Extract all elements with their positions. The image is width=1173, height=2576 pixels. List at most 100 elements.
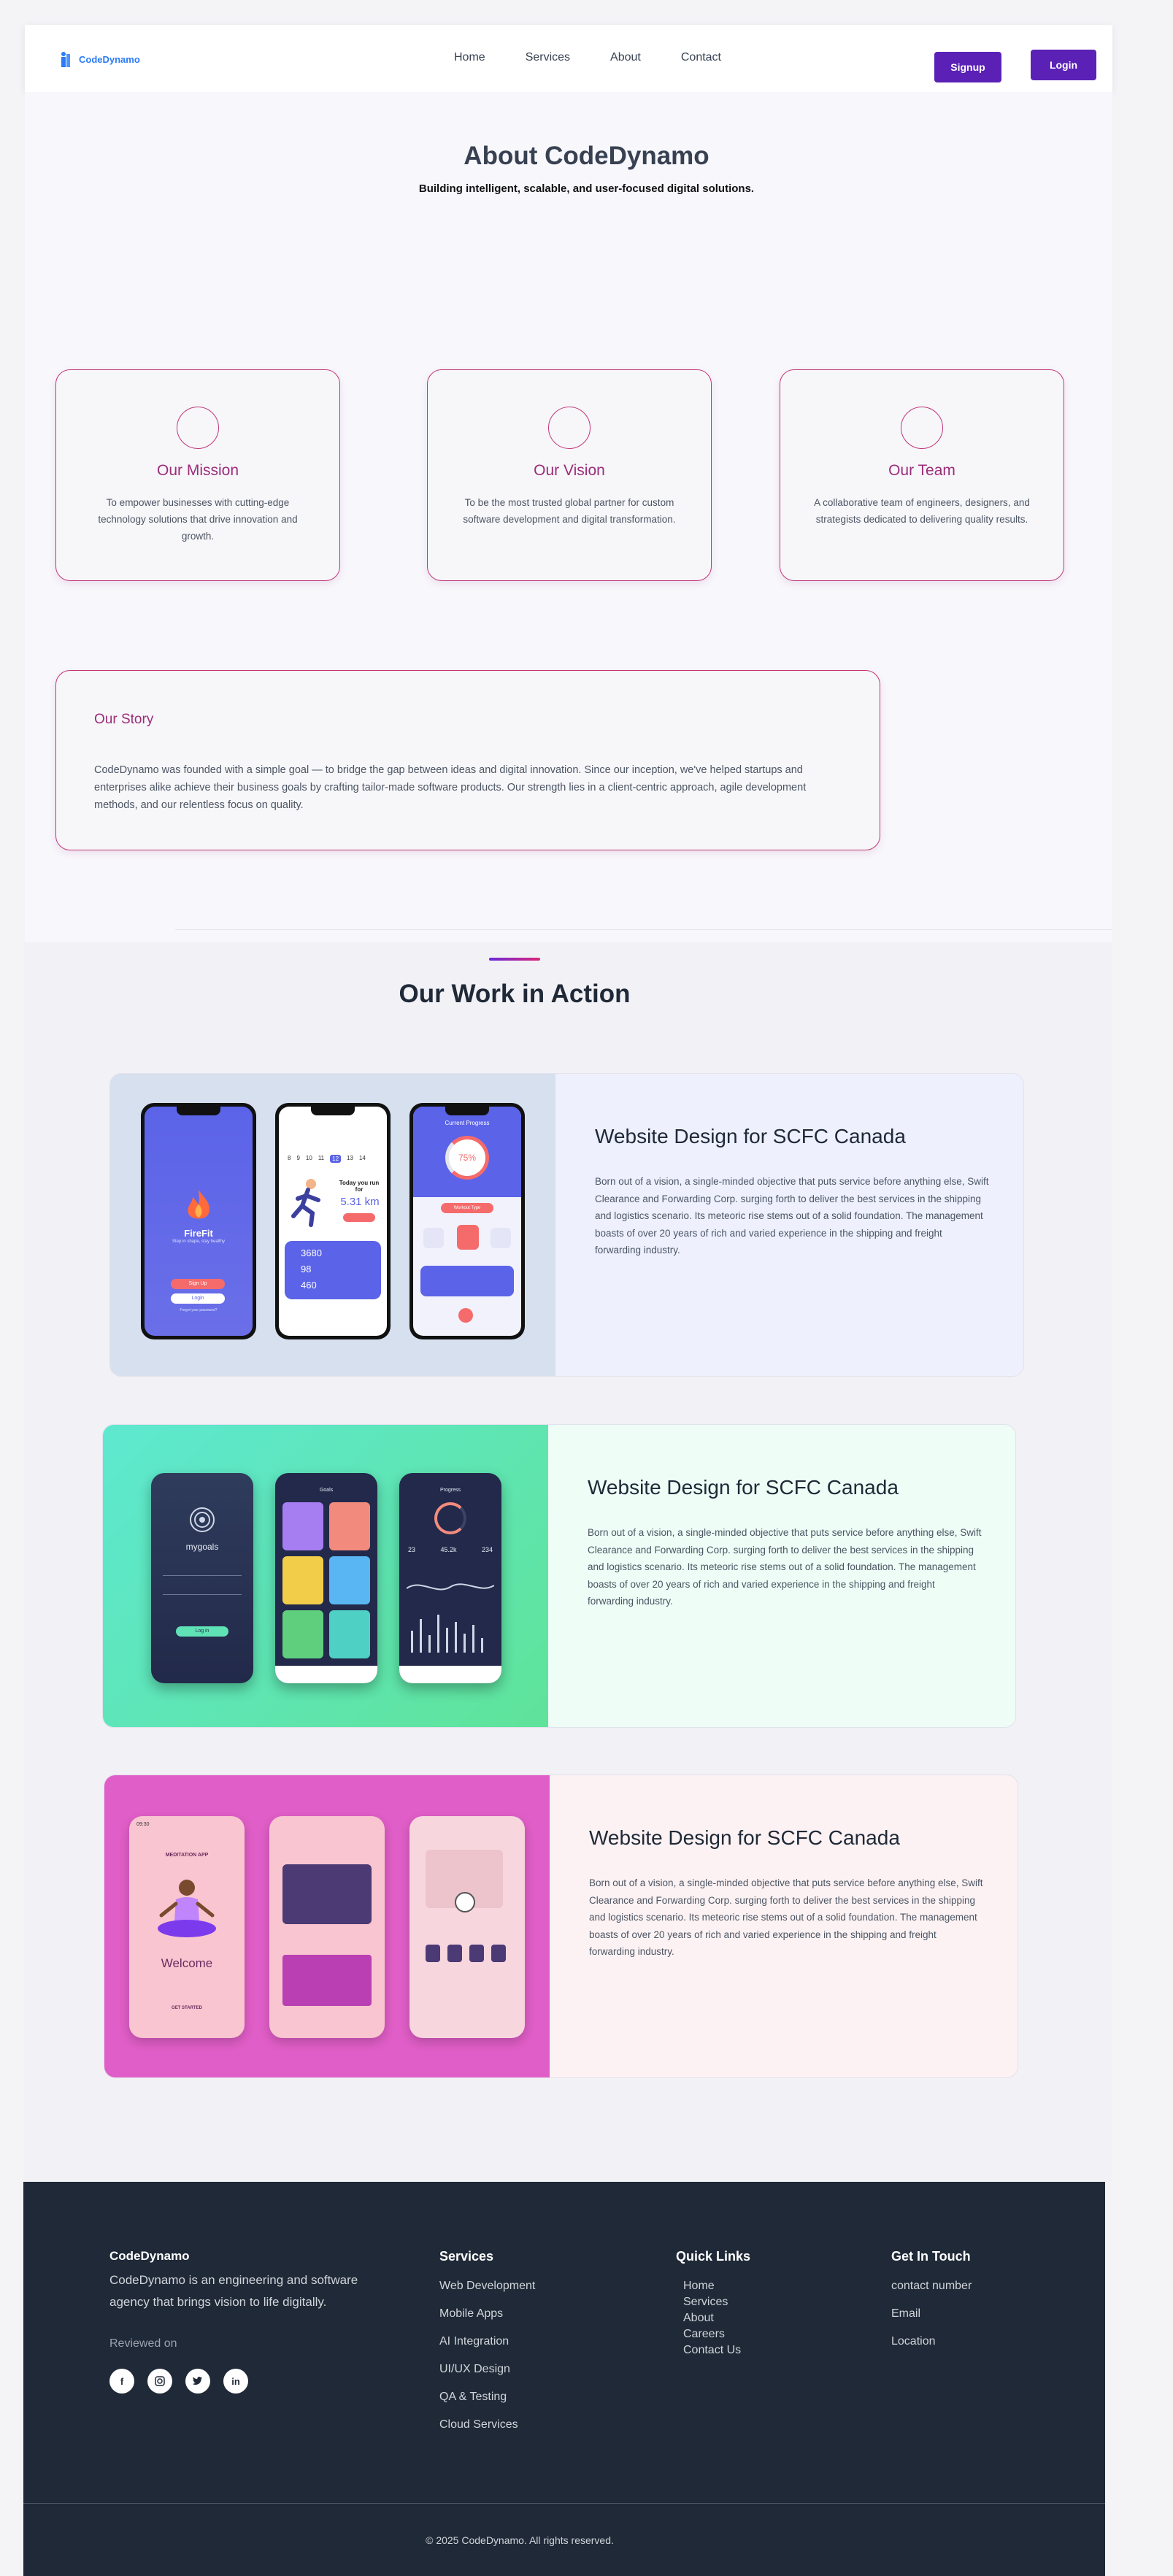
work-title: Our Work in Action [399, 980, 631, 1008]
vision-card: Our Vision To be the most trusted global… [427, 369, 712, 581]
stat-3: 234 [481, 1546, 493, 1553]
footer-social-links: f in [109, 2369, 248, 2394]
goals-title: Goals [319, 1488, 334, 1493]
footer-description: CodeDynamo is an engineering and softwar… [109, 2273, 358, 2309]
firefit-forgot: Forgot your password? [180, 1308, 218, 1312]
cal-value: 460 [301, 1280, 317, 1291]
mission-card: Our Mission To empower businesses with c… [55, 369, 340, 581]
footer-quick-link[interactable]: Contact Us [683, 2342, 741, 2358]
meditation-person-icon [158, 1880, 216, 1937]
team-title: Our Team [888, 462, 955, 479]
project-card-2[interactable]: mygoals Log in Goals Progress 23 45.2k 2… [102, 1424, 1016, 1728]
day-label: 10 [305, 1155, 312, 1161]
nav-link-contact[interactable]: Contact [681, 51, 721, 64]
about-subtitle: Building intelligent, scalable, and user… [418, 182, 755, 195]
footer-service-link[interactable]: AI Integration [439, 2335, 535, 2348]
team-icon [901, 407, 943, 449]
footer-service-link[interactable]: Cloud Services [439, 2418, 535, 2431]
footer-quick-link[interactable]: Careers [683, 2326, 741, 2342]
footer-service-link[interactable]: Mobile Apps [439, 2307, 535, 2321]
mygoals-brand: mygoals [185, 1542, 219, 1552]
project-title-2: Website Design for SCFC Canada [588, 1476, 899, 1499]
day-label-selected: 12 [330, 1155, 342, 1163]
firefit-brand: FireFit [184, 1228, 213, 1239]
phone-time: 09:30 [136, 1822, 150, 1827]
firefit-login: Login [171, 1293, 225, 1304]
mission-title: Our Mission [156, 462, 239, 479]
vision-text: To be the most trusted global partner fo… [463, 497, 676, 525]
day-label: 11 [318, 1155, 325, 1161]
footer-reviewed-on: Reviewed on [109, 2337, 177, 2350]
meditation-phone-player [409, 1816, 525, 2038]
project-card-1[interactable]: FireFit Step in shape, stay healthy Sign… [109, 1073, 1024, 1377]
section-divider [175, 929, 1112, 930]
linkedin-icon[interactable]: in [223, 2369, 248, 2394]
steps-value: 3680 [301, 1247, 322, 1258]
meditation-welcome: Welcome [161, 1956, 213, 1970]
nav-link-services[interactable]: Services [526, 51, 570, 64]
footer-service-link[interactable]: Web Development [439, 2280, 535, 2293]
day-label: 8 [288, 1155, 291, 1161]
story-card: Our Story CodeDynamo was founded with a … [55, 670, 880, 850]
team-card: Our Team A collaborative team of enginee… [780, 369, 1064, 581]
signup-button[interactable]: Signup [934, 52, 1001, 82]
project-image-3: 09:30 MEDITATION APP Welcome GET STARTED [104, 1775, 550, 2077]
progress-title: Current Progress [445, 1120, 490, 1126]
footer-copyright: © 2025 CodeDynamo. All rights reserved. [426, 2534, 614, 2546]
footer-service-link[interactable]: QA & Testing [439, 2391, 535, 2404]
workout-type-button: Workout Type [441, 1203, 493, 1213]
bar-chart-icon [411, 1615, 483, 1653]
footer-services-list: Web Development Mobile Apps AI Integrati… [439, 2280, 535, 2446]
project-title-3: Website Design for SCFC Canada [589, 1826, 900, 1849]
footer-quick-link[interactable]: Services [683, 2294, 741, 2310]
footer-contact-item[interactable]: contact number [891, 2280, 972, 2293]
firefit-tagline: Step in shape, stay healthy [172, 1239, 226, 1244]
footer-contact-item[interactable]: Location [891, 2335, 972, 2348]
footer-services-title: Services [439, 2249, 494, 2264]
footer-quick-link[interactable]: About [683, 2310, 741, 2326]
twitter-icon[interactable] [185, 2369, 210, 2394]
project-text-2: Born out of a vision, a single-minded ob… [588, 1527, 982, 1607]
login-button[interactable]: Login [1031, 50, 1096, 80]
nav-link-about[interactable]: About [610, 51, 641, 64]
project-text-3: Born out of a vision, a single-minded ob… [589, 1877, 983, 1957]
progress-ring: 75% [445, 1136, 489, 1180]
project-image-1: FireFit Step in shape, stay healthy Sign… [110, 1074, 555, 1376]
target-icon [190, 1507, 215, 1532]
nav-link-home[interactable]: Home [454, 51, 485, 64]
footer-contact-item[interactable]: Email [891, 2307, 972, 2321]
day-label: 9 [296, 1155, 300, 1161]
story-text: CodeDynamo was founded with a simple goa… [94, 764, 807, 811]
meditation-get-started: GET STARTED [172, 2006, 202, 2010]
footer-service-link[interactable]: UI/UX Design [439, 2363, 535, 2376]
firefit-phone-run: 8 9 10 11 12 13 14 Today you run for 5.3… [275, 1103, 391, 1339]
firefit-phone-progress: Current Progress 75% Workout Type [409, 1103, 525, 1339]
run-label: Today you run for [339, 1180, 380, 1193]
footer: CodeDynamo CodeDynamo is an engineering … [23, 2182, 1105, 2576]
footer-brand: CodeDynamo [109, 2249, 190, 2263]
footer-quick-link[interactable]: Home [683, 2278, 741, 2294]
instagram-icon[interactable] [147, 2369, 172, 2394]
meditation-phone-welcome: 09:30 MEDITATION APP Welcome GET STARTED [129, 1816, 245, 2038]
wave-chart-icon [407, 1583, 494, 1591]
stat-2: 45.2k [440, 1546, 457, 1553]
vision-title: Our Vision [534, 462, 605, 479]
project-text-1: Born out of a vision, a single-minded ob… [595, 1176, 989, 1256]
about-title: About CodeDynamo [464, 142, 709, 170]
facebook-icon[interactable]: f [109, 2369, 134, 2394]
team-text: A collaborative team of engineers, desig… [814, 497, 1030, 525]
footer-quick-links-title: Quick Links [676, 2249, 751, 2264]
day-label: 14 [358, 1155, 366, 1161]
nav-links: Home Services About Contact [454, 51, 721, 64]
page: CodeDynamo Home Services About Contact S… [0, 0, 1173, 2576]
vision-icon [548, 407, 591, 449]
meditation-phone-list [269, 1816, 385, 2038]
mission-text: To empower businesses with cutting-edge … [98, 497, 298, 542]
run-km: 5.31 km [340, 1196, 380, 1208]
footer-contact-list: contact number Email Location [891, 2280, 972, 2363]
footer-quick-links-list: Home Services About Careers Contact Us [683, 2278, 741, 2358]
progress-title-2: Progress [439, 1488, 461, 1493]
mygoals-login: Log in [176, 1626, 228, 1637]
project-card-3[interactable]: 09:30 MEDITATION APP Welcome GET STARTED… [104, 1775, 1018, 2078]
logo[interactable]: CodeDynamo [58, 50, 140, 69]
